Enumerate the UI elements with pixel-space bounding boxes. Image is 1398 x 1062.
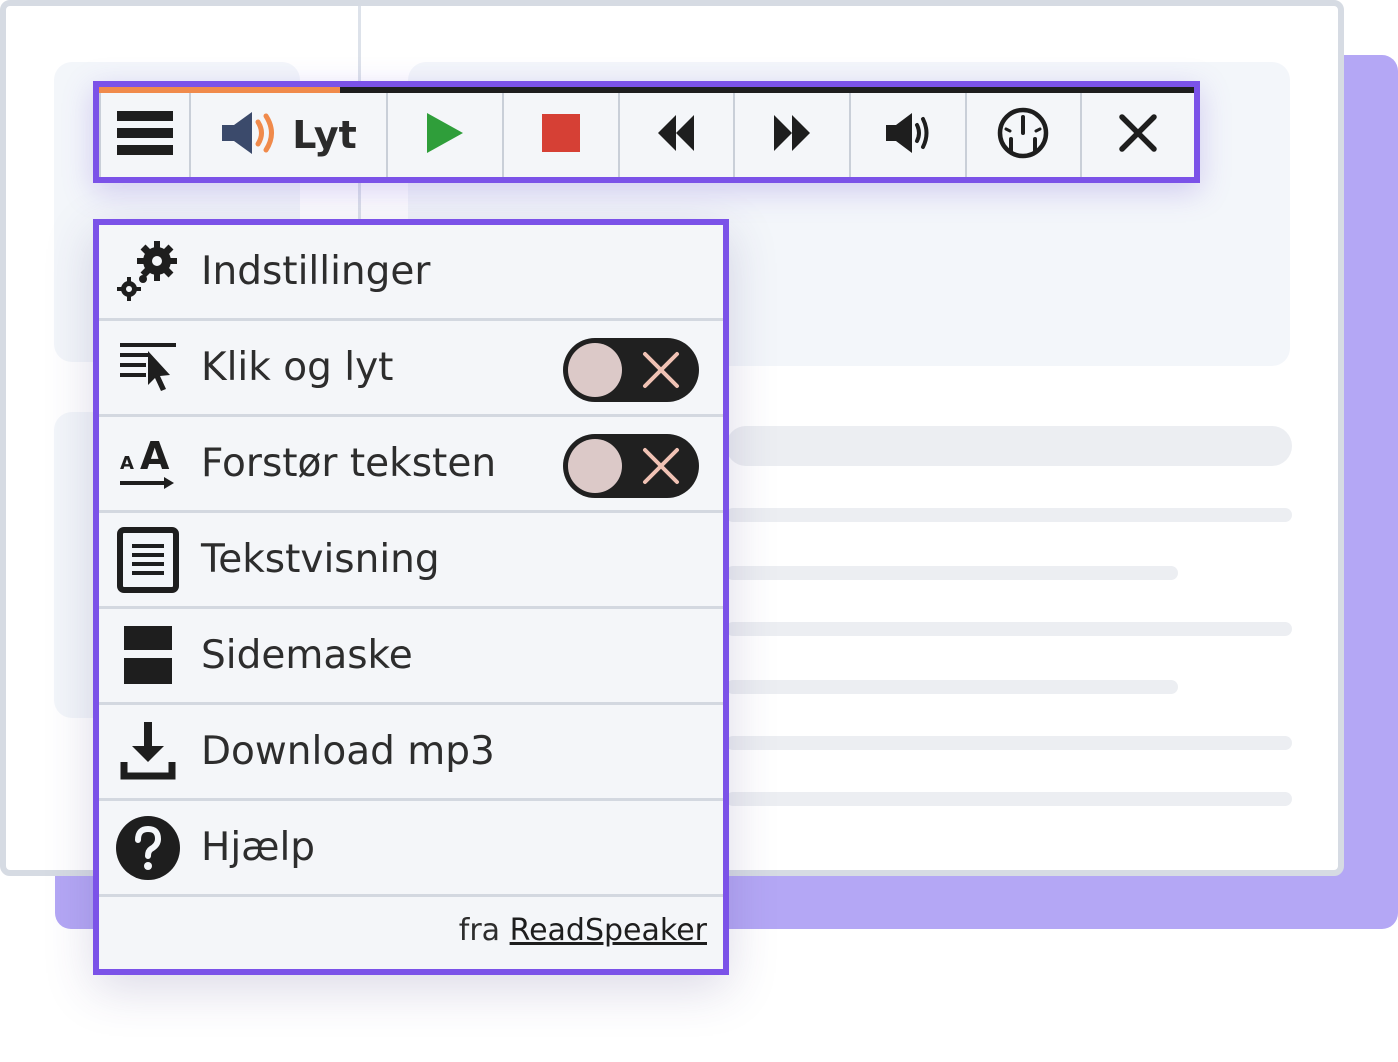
menu-item-label: Sidemaske	[201, 633, 413, 678]
scene: Lyt Indstillinger Klik og lyt A A Forstø…	[0, 0, 1398, 1062]
placeholder-line	[726, 426, 1292, 466]
menu-item-download-mp3[interactable]: Download mp3	[99, 705, 723, 801]
menu-item-help[interactable]: Hjælp	[99, 801, 723, 897]
menu-item-label: Tekstvisning	[201, 537, 440, 582]
enlarge-text-toggle[interactable]	[563, 434, 699, 498]
placeholder-line	[726, 622, 1292, 636]
menu-item-label: Hjælp	[201, 825, 316, 870]
speed-button[interactable]	[966, 93, 1083, 177]
stop-icon	[541, 114, 580, 156]
placeholder-line	[726, 792, 1292, 806]
menu-item-settings[interactable]: Indstillinger	[99, 225, 723, 321]
gears-icon	[115, 239, 181, 305]
toggle-off-icon	[641, 350, 681, 394]
close-button[interactable]	[1082, 93, 1195, 177]
menu-footer: fra ReadSpeaker	[99, 893, 723, 969]
play-button[interactable]	[388, 93, 504, 177]
close-icon	[1119, 114, 1157, 156]
footer-prefix: fra	[458, 913, 501, 948]
listen-label: Lyt	[292, 113, 357, 157]
player-toolbar: Lyt	[93, 81, 1200, 183]
toggle-knob	[568, 439, 622, 493]
placeholder-line	[726, 736, 1292, 750]
placeholder-line	[726, 508, 1292, 522]
toggle-off-icon	[641, 446, 681, 490]
fast-forward-icon	[772, 115, 812, 155]
help-icon	[115, 815, 181, 881]
menu-item-label: Klik og lyt	[201, 345, 394, 390]
settings-menu: Indstillinger Klik og lyt A A Forstør te…	[93, 219, 729, 975]
menu-item-page-mask[interactable]: Sidemaske	[99, 609, 723, 705]
menu-icon	[116, 111, 173, 159]
menu-item-label: Indstillinger	[201, 249, 431, 294]
menu-button[interactable]	[99, 93, 191, 177]
menu-item-text-view[interactable]: Tekstvisning	[99, 513, 723, 609]
listen-button[interactable]: Lyt	[190, 93, 389, 177]
download-icon	[115, 719, 181, 785]
stop-button[interactable]	[503, 93, 620, 177]
menu-item-label: Download mp3	[201, 729, 495, 774]
page-mask-icon	[115, 623, 181, 689]
click-and-listen-toggle[interactable]	[563, 338, 699, 402]
placeholder-line	[726, 680, 1178, 694]
speaker-icon	[220, 110, 280, 160]
rewind-icon	[656, 115, 696, 155]
text-view-icon	[115, 526, 181, 593]
svg-text:A: A	[140, 435, 170, 478]
volume-button[interactable]	[850, 93, 967, 177]
toggle-knob	[568, 343, 622, 397]
menu-item-enlarge-text[interactable]: A A Forstør teksten	[99, 417, 723, 513]
volume-icon	[884, 111, 932, 159]
svg-text:A: A	[120, 453, 134, 474]
click-and-listen-icon	[115, 335, 181, 401]
fast-forward-button[interactable]	[735, 93, 851, 177]
menu-item-click-and-listen[interactable]: Klik og lyt	[99, 321, 723, 417]
placeholder-line	[726, 566, 1178, 580]
menu-item-label: Forstør teksten	[201, 441, 497, 486]
speed-icon	[997, 107, 1049, 163]
play-icon	[425, 112, 465, 158]
readspeaker-link[interactable]: ReadSpeaker	[510, 913, 707, 948]
enlarge-text-icon: A A	[115, 431, 181, 497]
rewind-button[interactable]	[619, 93, 736, 177]
